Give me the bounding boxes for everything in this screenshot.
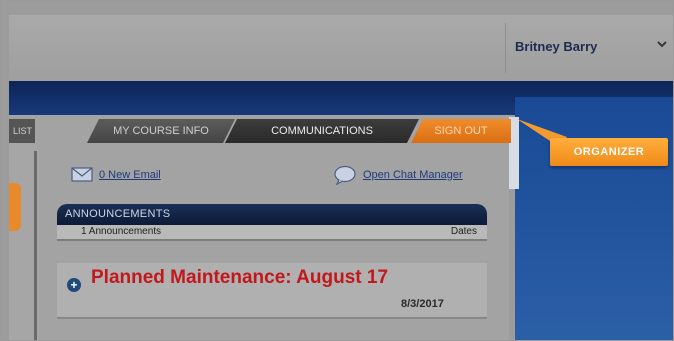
- new-email-link[interactable]: 0 New Email: [71, 167, 161, 182]
- announcement-title[interactable]: Planned Maintenance: August 17: [91, 267, 388, 289]
- announcements-count: 1 Announcements: [81, 226, 162, 237]
- envelope-icon: [71, 167, 93, 182]
- chat-bubble-icon: [334, 165, 356, 185]
- expand-plus-icon[interactable]: +: [67, 278, 81, 292]
- tab-my-course-info[interactable]: MY COURSE INFO: [87, 119, 235, 143]
- user-name[interactable]: Britney Barry: [515, 39, 597, 54]
- dates-column-label: Dates: [450, 226, 477, 237]
- app-frame: Britney Barry ORGANIZER LIST MY COURSE I…: [0, 0, 674, 341]
- organizer-button[interactable]: ORGANIZER: [550, 138, 668, 166]
- announcements-header: ANNOUNCEMENTS: [57, 204, 487, 226]
- rail-divider: [34, 151, 37, 340]
- new-email-label[interactable]: 0 New Email: [99, 169, 161, 181]
- announcement-date: 8/3/2017: [401, 298, 444, 310]
- side-tab[interactable]: [9, 183, 21, 231]
- tab-sign-out[interactable]: SIGN OUT: [411, 119, 511, 143]
- open-chat-link[interactable]: Open Chat Manager: [333, 165, 463, 185]
- tab-list[interactable]: LIST: [9, 119, 35, 143]
- chevron-down-icon[interactable]: [655, 37, 669, 51]
- tab-communications[interactable]: COMMUNICATIONS: [225, 119, 419, 143]
- header-divider: [505, 23, 506, 73]
- open-chat-label[interactable]: Open Chat Manager: [363, 169, 463, 181]
- announcements-subbar: 1 Announcements Dates: [57, 225, 487, 241]
